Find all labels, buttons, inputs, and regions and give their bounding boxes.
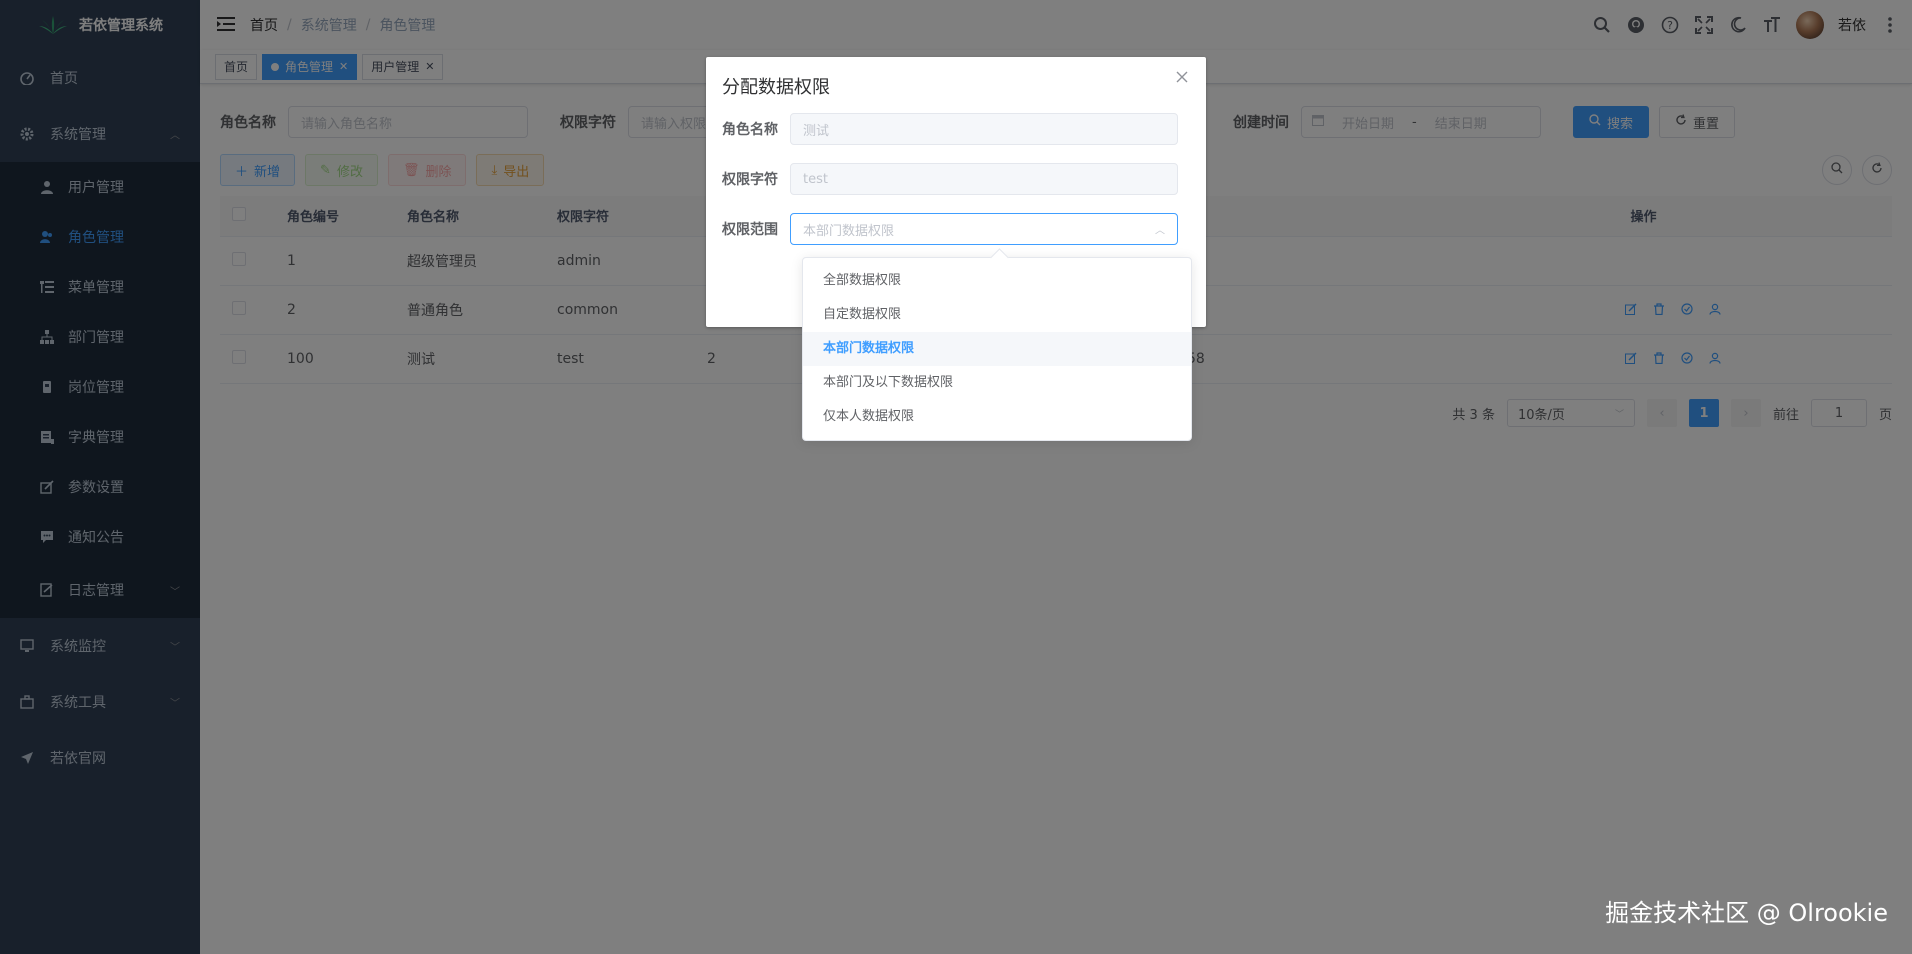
dropdown-option[interactable]: 本部门及以下数据权限 [803, 366, 1191, 400]
perm-field: test [790, 163, 1178, 195]
form-row-scope: 权限范围 本部门数据权限 ︿ [706, 213, 1178, 245]
perm-label: 权限字符 [722, 172, 778, 188]
dropdown-option[interactable]: 仅本人数据权限 [803, 400, 1191, 434]
role-name-label: 角色名称 [722, 122, 778, 138]
scope-select-value: 本部门数据权限 [803, 223, 895, 239]
dialog-title: 分配数据权限 [722, 77, 830, 98]
role-name-field: 测试 [790, 113, 1178, 145]
scope-label: 权限范围 [722, 222, 778, 238]
scope-dropdown: 全部数据权限 自定数据权限 本部门数据权限 本部门及以下数据权限 仅本人数据权限 [802, 257, 1192, 441]
scope-select[interactable]: 本部门数据权限 ︿ [790, 213, 1178, 245]
dropdown-option-selected[interactable]: 本部门数据权限 [803, 332, 1191, 366]
watermark: 掘金技术社区 @ Olrookie [1605, 899, 1888, 927]
dropdown-option[interactable]: 自定数据权限 [803, 298, 1191, 332]
form-row-role-name: 角色名称 测试 [706, 113, 1178, 145]
chevron-up-icon: ︿ [1155, 225, 1165, 237]
close-icon[interactable] [1176, 71, 1190, 85]
form-row-perm: 权限字符 test [706, 163, 1178, 195]
dropdown-option[interactable]: 全部数据权限 [803, 264, 1191, 298]
